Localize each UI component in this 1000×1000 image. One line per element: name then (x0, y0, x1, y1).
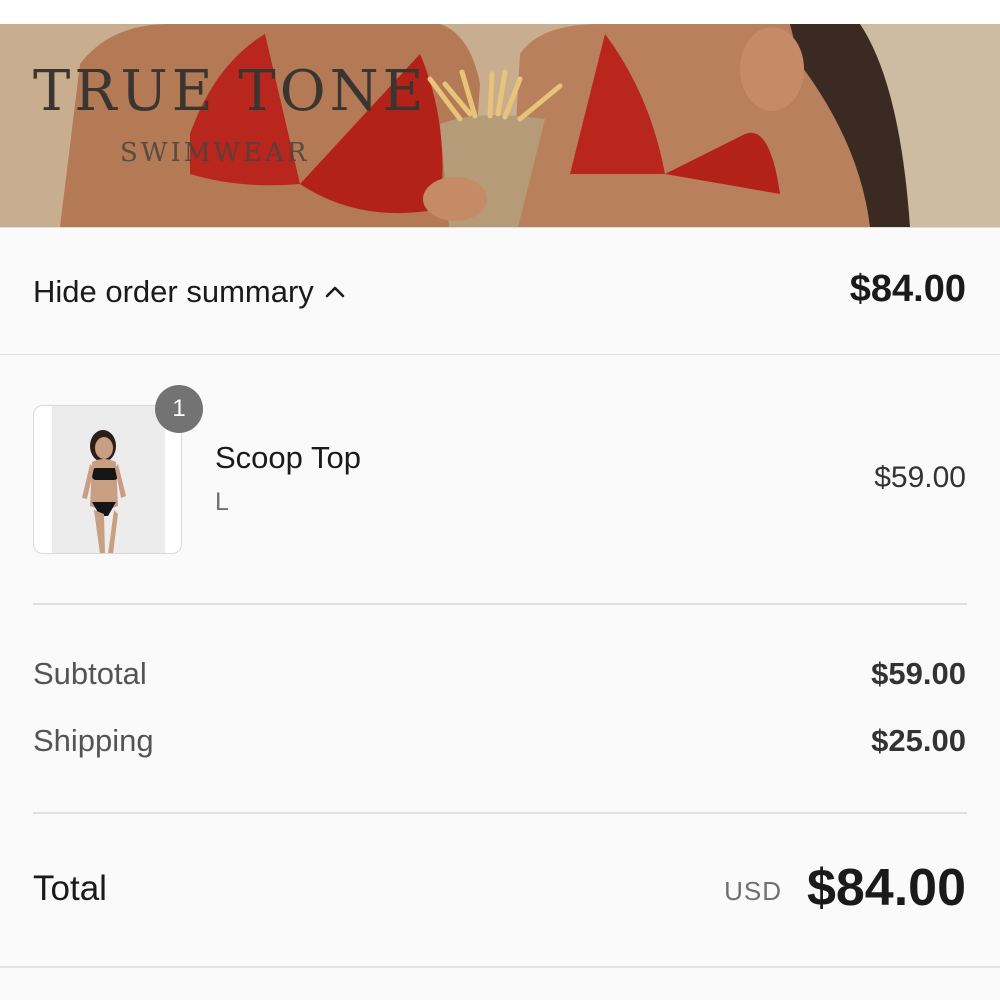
currency-code: USD (724, 876, 782, 906)
divider (33, 812, 967, 814)
product-name: Scoop Top (215, 440, 361, 475)
product-photo (52, 406, 165, 553)
shipping-label: Shipping (33, 723, 154, 758)
shipping-value: $25.00 (871, 723, 966, 758)
order-summary-toggle-label: Hide order summary (33, 274, 314, 309)
store-banner: TRUE TONE SWIMWEAR (0, 24, 1000, 227)
divider (33, 603, 967, 605)
brand-logo[interactable]: TRUE TONE (33, 64, 428, 120)
product-price: $59.00 (874, 461, 966, 494)
quantity-badge: 1 (155, 385, 203, 433)
product-variant: L (215, 488, 229, 516)
summary-total-price: $84.00 (849, 268, 966, 310)
brand-subtitle: SWIMWEAR (120, 138, 310, 168)
banner-photo (0, 24, 1000, 227)
subtotal-label: Subtotal (33, 656, 147, 691)
top-strip (0, 0, 1000, 24)
grand-total: $84.00 (806, 859, 966, 917)
product-thumbnail (33, 405, 182, 554)
total-label: Total (33, 869, 107, 908)
chevron-up-icon (325, 286, 345, 298)
bottom-divider (0, 966, 1000, 968)
subtotal-value: $59.00 (871, 656, 966, 691)
order-summary-toggle[interactable]: Hide order summary (33, 274, 346, 310)
